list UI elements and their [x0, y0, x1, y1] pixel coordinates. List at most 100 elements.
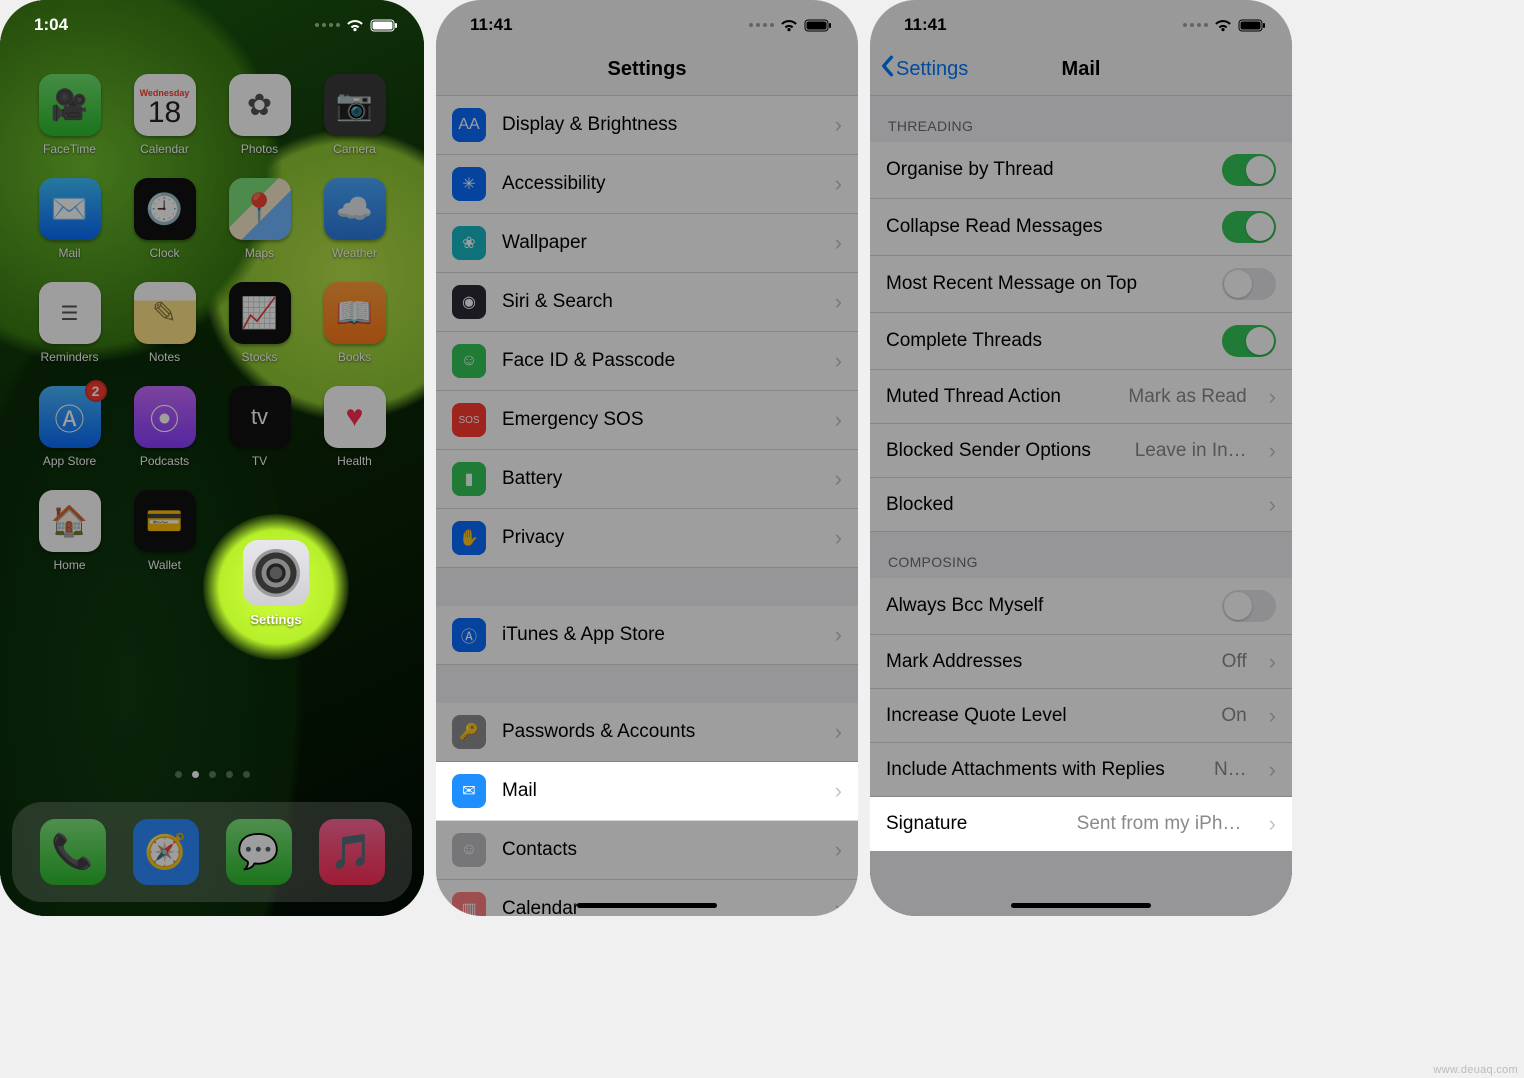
dock-safari[interactable]: 🧭: [133, 819, 199, 885]
mail-row[interactable]: SignatureSent from my iPhone›: [870, 797, 1292, 851]
settings-row-wall[interactable]: ❀Wallpaper›: [436, 214, 858, 273]
app-calendar[interactable]: Wednesday18Calendar: [117, 74, 212, 156]
app-stocks[interactable]: 📈Stocks: [212, 282, 307, 364]
settings-row-calendar[interactable]: ▥Calendar›: [436, 880, 858, 916]
wifi-icon: [780, 19, 798, 32]
home-indicator[interactable]: [577, 903, 717, 908]
app-facetime[interactable]: 🎥FaceTime: [22, 74, 117, 156]
section-header: COMPOSING: [870, 532, 1292, 578]
mail-row[interactable]: Blocked›: [870, 478, 1292, 532]
mail-row[interactable]: Always Bcc Myself: [870, 578, 1292, 635]
chevron-right-icon: ›: [1269, 438, 1276, 464]
settings-list[interactable]: AADisplay & Brightness›✳Accessibility›❀W…: [436, 96, 858, 916]
battery-icon: ▮: [452, 462, 486, 496]
stocks-icon: 📈: [241, 296, 278, 331]
chevron-right-icon: ›: [835, 289, 842, 315]
toggle[interactable]: [1222, 154, 1276, 186]
page-indicator[interactable]: [0, 771, 424, 778]
dock: 📞 🧭 💬 🎵: [12, 802, 412, 902]
app-weather[interactable]: ☁️Weather: [307, 178, 402, 260]
mail-settings-list[interactable]: THREADINGOrganise by ThreadCollapse Read…: [870, 96, 1292, 916]
status-bar: 11:41: [436, 0, 858, 44]
app-mail[interactable]: ✉️Mail: [22, 178, 117, 260]
mail-row[interactable]: Organise by Thread: [870, 142, 1292, 199]
calendar-icon: ▥: [452, 892, 486, 916]
mail-row[interactable]: Collapse Read Messages: [870, 199, 1292, 256]
app-clock[interactable]: 🕘Clock: [117, 178, 212, 260]
mail-row[interactable]: Mark AddressesOff›: [870, 635, 1292, 689]
app-podcasts[interactable]: ⦿Podcasts: [117, 386, 212, 468]
clock-icon: 🕘: [146, 192, 183, 227]
home-app-grid: 🎥FaceTime Wednesday18Calendar ✿Photos 📷C…: [0, 74, 424, 572]
back-button[interactable]: Settings: [880, 55, 968, 83]
app-tv[interactable]: tvTV: [212, 386, 307, 468]
page-title: Mail: [1062, 58, 1101, 81]
row-label: Siri & Search: [502, 291, 819, 313]
row-label: Mail: [502, 780, 819, 802]
toggle[interactable]: [1222, 268, 1276, 300]
mail-icon: ✉️: [51, 192, 88, 227]
notes-icon: ✎: [152, 296, 177, 331]
chevron-right-icon: ›: [835, 407, 842, 433]
contacts-icon: ☺: [452, 833, 486, 867]
app-reminders[interactable]: ☰Reminders: [22, 282, 117, 364]
maps-icon: 📍: [241, 192, 278, 227]
home-indicator[interactable]: [1011, 903, 1151, 908]
settings-row-mail[interactable]: ✉ Mail ›: [436, 762, 858, 821]
access-icon: ✳: [452, 167, 486, 201]
settings-row-battery[interactable]: ▮Battery›: [436, 450, 858, 509]
app-photos[interactable]: ✿Photos: [212, 74, 307, 156]
settings-row-sos[interactable]: SOSEmergency SOS›: [436, 391, 858, 450]
mail-row[interactable]: Most Recent Message on Top: [870, 256, 1292, 313]
row-label: Signature: [886, 813, 1061, 835]
row-label: Organise by Thread: [886, 159, 1206, 181]
app-wallet[interactable]: 💳Wallet: [117, 490, 212, 572]
app-notes[interactable]: ✎Notes: [117, 282, 212, 364]
wifi-icon: [346, 19, 364, 32]
row-label: Accessibility: [502, 173, 819, 195]
settings-row-itunes[interactable]: ⒶiTunes & App Store›: [436, 606, 858, 665]
battery-icon: [370, 19, 398, 32]
row-label: Display & Brightness: [502, 114, 819, 136]
settings-row-faceid[interactable]: ☺Face ID & Passcode›: [436, 332, 858, 391]
app-books[interactable]: 📖Books: [307, 282, 402, 364]
settings-row-privacy[interactable]: ✋Privacy›: [436, 509, 858, 568]
mail-row[interactable]: Increase Quote LevelOn›: [870, 689, 1292, 743]
app-appstore[interactable]: Ⓐ2App Store: [22, 386, 117, 468]
compass-icon: 🧭: [144, 832, 186, 872]
mail-row[interactable]: Blocked Sender OptionsLeave in In…›: [870, 424, 1292, 478]
badge-count: 2: [85, 380, 107, 402]
dock-phone[interactable]: 📞: [40, 819, 106, 885]
status-bar: 1:04: [0, 0, 424, 44]
app-camera[interactable]: 📷Camera: [307, 74, 402, 156]
settings-row-siri[interactable]: ◉Siri & Search›: [436, 273, 858, 332]
wallet-icon: 💳: [146, 504, 183, 539]
back-label: Settings: [896, 58, 968, 81]
chevron-right-icon: ›: [1269, 649, 1276, 675]
mail-icon: ✉: [452, 774, 486, 808]
app-home[interactable]: 🏠Home: [22, 490, 117, 572]
row-label: Emergency SOS: [502, 409, 819, 431]
toggle[interactable]: [1222, 211, 1276, 243]
status-time: 11:41: [904, 15, 947, 35]
settings-row-pw[interactable]: 🔑Passwords & Accounts›: [436, 703, 858, 762]
dock-messages[interactable]: 💬: [226, 819, 292, 885]
row-label: Most Recent Message on Top: [886, 273, 1206, 295]
chevron-right-icon: ›: [835, 778, 842, 804]
row-label: Increase Quote Level: [886, 705, 1205, 727]
chevron-right-icon: ›: [835, 112, 842, 138]
toggle[interactable]: [1222, 590, 1276, 622]
battery-icon: [804, 19, 832, 32]
settings-row-contacts[interactable]: ☺Contacts›: [436, 821, 858, 880]
mail-row[interactable]: Complete Threads: [870, 313, 1292, 370]
settings-row-display[interactable]: AADisplay & Brightness›: [436, 96, 858, 155]
mail-row[interactable]: Include Attachments with RepliesN…›: [870, 743, 1292, 797]
mail-row[interactable]: Muted Thread ActionMark as Read›: [870, 370, 1292, 424]
home-icon: 🏠: [51, 504, 88, 539]
dock-music[interactable]: 🎵: [319, 819, 385, 885]
app-maps[interactable]: 📍Maps: [212, 178, 307, 260]
weather-icon: ☁️: [336, 192, 373, 227]
settings-row-access[interactable]: ✳Accessibility›: [436, 155, 858, 214]
app-health[interactable]: ♥Health: [307, 386, 402, 468]
toggle[interactable]: [1222, 325, 1276, 357]
